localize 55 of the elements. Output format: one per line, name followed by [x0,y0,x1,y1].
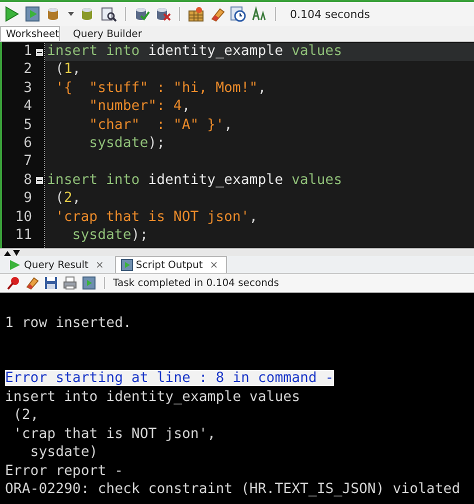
grid-icon[interactable] [188,6,204,22]
line-number: 7 [22,153,33,172]
line-number: 4 [22,98,33,116]
text-format-icon[interactable] [251,6,267,22]
output-line: sysdate) [29,444,98,460]
output-line: (2, [12,407,39,423]
tab[interactable]: Worksheet [0,26,60,41]
run-icon [9,259,21,271]
commit-icon[interactable] [134,6,150,22]
line-number: 10 [14,208,33,227]
code-line: "number": 4, [88,98,190,114]
script-icon [120,259,133,271]
clock-icon[interactable] [230,6,246,22]
run-icon[interactable] [4,6,20,22]
close-icon[interactable]: × [95,260,104,270]
code-line: sysdate); [88,134,166,151]
script-run-icon[interactable] [25,6,41,22]
tab[interactable]: Query Result × [3,256,113,273]
line-number: 8 [22,172,33,190]
code-line: (2, [54,190,81,206]
rollback-icon[interactable] [155,6,171,22]
output-line: Error report - [5,462,124,478]
line-number: 6 [22,134,33,153]
fold-icon[interactable] [36,177,42,184]
code-line: "char" : "A" }', [88,116,232,133]
output-line: ORA-02290: check constraint (HR.TEXT_IS_JSON) violated [5,481,460,497]
output-line: insert into identity_example values [5,388,300,404]
pin-icon[interactable] [6,276,20,290]
eraser-icon[interactable] [25,276,39,290]
code-line: sysdate); [71,226,148,243]
output-line: 1 row inserted. [5,314,132,330]
code-line: (1, [54,61,81,78]
line-number: 11 [14,226,33,245]
code-line: '{ "stuff" : "hi, Mom!", [54,80,266,96]
save-icon[interactable] [44,276,58,290]
code-line: insert into identity_example values [47,43,342,59]
script-icon[interactable] [82,276,96,290]
print-icon[interactable] [63,276,77,290]
line-number: 2 [22,61,33,80]
code-line: 'crap that is NOT json', [54,208,258,225]
eraser-icon[interactable] [209,6,225,22]
fold-icon[interactable] [36,48,42,56]
code-line: insert into identity_example values [47,172,342,188]
magnifier-icon[interactable] [101,6,117,22]
output-line: 'crap that is NOT json', [12,426,216,442]
tab[interactable]: Query Builder [62,26,151,41]
line-number: 3 [22,80,33,98]
close-icon[interactable]: × [210,260,218,270]
status-text: Task completed in 0.104 seconds [113,278,279,288]
collapse-arrows-icon[interactable] [4,250,20,256]
elapsed-time: 0.104 seconds [290,8,370,20]
line-number: 5 [22,116,33,135]
tab[interactable]: Script Output × [114,256,228,273]
line-number: 1 [22,43,33,61]
line-number: 9 [22,190,33,208]
